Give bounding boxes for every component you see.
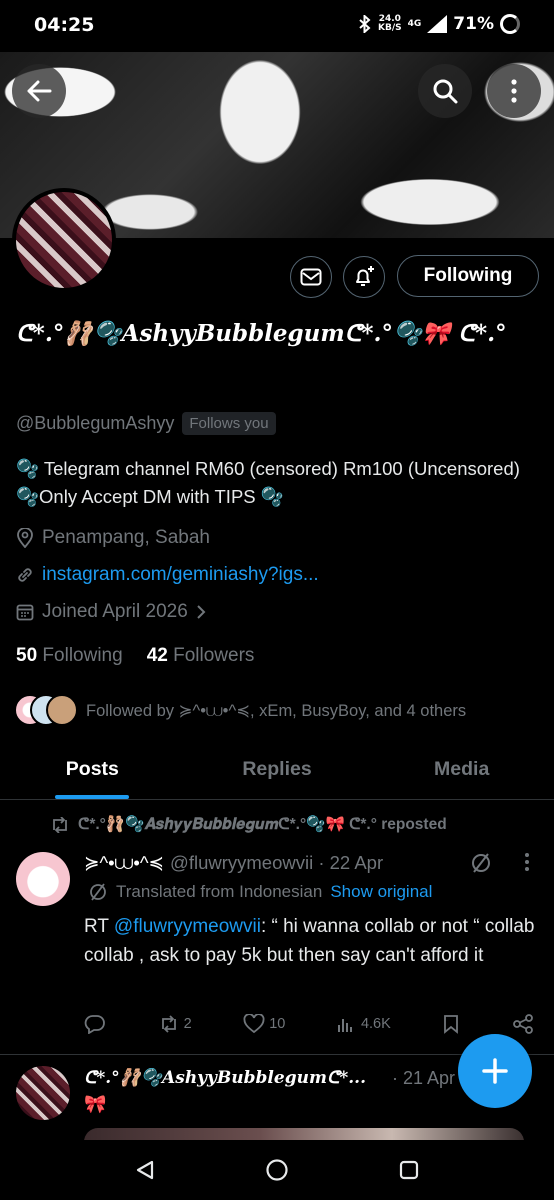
profile-avatar[interactable] xyxy=(12,188,116,292)
post-handle-date: @fluwryymeowvii · 22 Apr xyxy=(170,852,384,873)
views-icon xyxy=(337,1019,352,1032)
repost-text: ᕦ*.°🩰🫧𝑨𝒔𝒉𝒚𝒚𝑩𝒖𝒃𝒃𝒍𝒆𝒈𝒖𝒎ᕦ*.°🫧🎀 ᕦ*.° reposted xyxy=(78,816,447,833)
battery-icon xyxy=(500,14,520,34)
bookmark-button[interactable] xyxy=(442,1014,460,1034)
show-original-link[interactable]: Show original xyxy=(330,882,432,902)
back-arrow-icon xyxy=(27,80,52,102)
mutual-avatars xyxy=(14,694,78,728)
joined-text: Joined April 2026 xyxy=(42,601,188,622)
repost-icon xyxy=(53,816,67,833)
link-icon xyxy=(18,568,32,582)
translation-row: Translated from Indonesian Show original xyxy=(88,882,432,902)
following-count-link[interactable]: 50 Following xyxy=(16,645,123,667)
location-pin-icon xyxy=(17,528,33,548)
calendar-icon xyxy=(16,604,34,621)
post-header: ≽^•⩊•^≼ @fluwryymeowvii · 22 Apr xyxy=(84,852,383,874)
following-count: 50 xyxy=(16,645,38,666)
repost-indicator: ᕦ*.°🩰🫧𝑨𝒔𝒉𝒚𝒚𝑩𝒖𝒃𝒃𝒍𝒆𝒈𝒖𝒎ᕦ*.°🫧🎀 ᕦ*.° reposted xyxy=(50,815,447,834)
followers-count-link[interactable]: 42 Followers xyxy=(147,645,255,667)
tab-media[interactable]: Media xyxy=(369,740,554,799)
plus-icon xyxy=(482,1058,508,1084)
network-type: 4G xyxy=(407,19,422,29)
status-time: 04:25 xyxy=(34,14,95,36)
post-actions: 2 10 4.6K xyxy=(84,1014,534,1034)
like-count: 10 xyxy=(269,1016,286,1032)
chevron-right-icon xyxy=(197,605,206,619)
views-button[interactable]: 4.6K xyxy=(337,1015,391,1033)
location-text: Penampang, Sabah xyxy=(42,527,210,548)
notifications-button[interactable] xyxy=(343,256,385,298)
status-icons: 24.0 KB/S 4G 71% xyxy=(358,14,520,34)
followed-by-row[interactable]: Followed by ≽^•⩊•^≼, xEm, BusyBoy, and 4… xyxy=(14,694,466,728)
following-button[interactable]: Following xyxy=(397,255,539,297)
search-button[interactable] xyxy=(418,64,472,118)
link-row[interactable]: instagram.com/geminiashy?igs... xyxy=(16,564,319,586)
back-button[interactable] xyxy=(12,64,66,118)
post-date: · 21 Apr xyxy=(392,1068,456,1088)
grok-slash-icon[interactable] xyxy=(470,852,492,874)
profile-tabs: Posts Replies Media xyxy=(0,740,554,800)
profile-handle: @BubblegumAshyy xyxy=(16,413,175,433)
following-label: Following xyxy=(42,645,123,666)
post-more-icon[interactable] xyxy=(524,852,530,872)
nav-back-icon[interactable] xyxy=(134,1159,156,1181)
bluetooth-icon xyxy=(359,15,371,33)
translated-text: Translated from Indonesian xyxy=(116,882,323,901)
like-icon xyxy=(243,1014,265,1034)
battery-percent: 71% xyxy=(453,14,494,34)
more-vertical-icon xyxy=(511,79,517,103)
nav-home-icon[interactable] xyxy=(265,1158,289,1182)
retweet-icon xyxy=(161,1015,176,1033)
tab-replies[interactable]: Replies xyxy=(185,740,370,799)
profile-bio: 🫧 Telegram channel RM60 (censored) Rm100… xyxy=(16,458,520,507)
bell-plus-icon xyxy=(356,266,374,286)
profile-link[interactable]: instagram.com/geminiashy?igs... xyxy=(42,564,319,586)
nav-recents-icon[interactable] xyxy=(398,1159,420,1181)
search-icon xyxy=(433,79,458,104)
joined-row[interactable]: Joined April 2026 xyxy=(16,601,206,623)
message-button[interactable] xyxy=(290,256,332,298)
post-mention[interactable]: @fluwryymeowvii xyxy=(114,916,261,937)
post-text-prefix: RT xyxy=(84,916,114,937)
retweet-button[interactable]: 2 xyxy=(158,1015,192,1033)
location-row: Penampang, Sabah xyxy=(16,527,210,549)
share-button[interactable] xyxy=(512,1014,534,1034)
followed-by-text: Followed by ≽^•⩊•^≼, xEm, BusyBoy, and 4… xyxy=(86,702,467,720)
post-avatar[interactable] xyxy=(16,852,70,906)
translate-icon xyxy=(90,883,106,901)
display-name: ᕦ*.°🩰🫧𝑨𝒔𝒉𝒚𝒚𝑩𝒖𝒃𝒃𝒍𝒆𝒈𝒖𝒎ᕦ*.°🫧🎀 ᕦ*.° xyxy=(16,320,507,347)
bookmark-icon xyxy=(444,1015,459,1034)
post-text: 🎀 xyxy=(84,1094,107,1115)
status-bar: 04:25 24.0 KB/S 4G 71% xyxy=(0,0,554,52)
follows-you-badge: Follows you xyxy=(182,412,276,435)
post-author-name[interactable]: ≽^•⩊•^≼ xyxy=(84,852,164,874)
handle-row: @BubblegumAshyy Follows you xyxy=(16,412,276,435)
tab-posts[interactable]: Posts xyxy=(0,740,185,799)
mail-icon xyxy=(300,268,322,286)
views-count: 4.6K xyxy=(360,1016,391,1032)
more-button[interactable] xyxy=(487,64,541,118)
share-icon xyxy=(513,1014,533,1034)
retweet-count: 2 xyxy=(183,1016,192,1032)
followers-count: 42 xyxy=(146,645,168,666)
post-body: RT @fluwryymeowvii: “ hi wanna collab or… xyxy=(84,912,544,970)
like-button[interactable]: 10 xyxy=(243,1014,285,1034)
mutual-avatar xyxy=(46,694,78,726)
signal-icon xyxy=(427,15,448,33)
reply-icon xyxy=(84,1015,105,1034)
reply-button[interactable] xyxy=(84,1014,106,1034)
follow-counts: 50 Following 42 Followers xyxy=(16,645,254,667)
followers-label: Followers xyxy=(173,645,255,666)
system-nav-bar xyxy=(0,1140,554,1200)
post-avatar[interactable] xyxy=(16,1066,70,1120)
network-speed: 24.0 KB/S xyxy=(378,14,402,33)
compose-button[interactable] xyxy=(458,1034,532,1108)
